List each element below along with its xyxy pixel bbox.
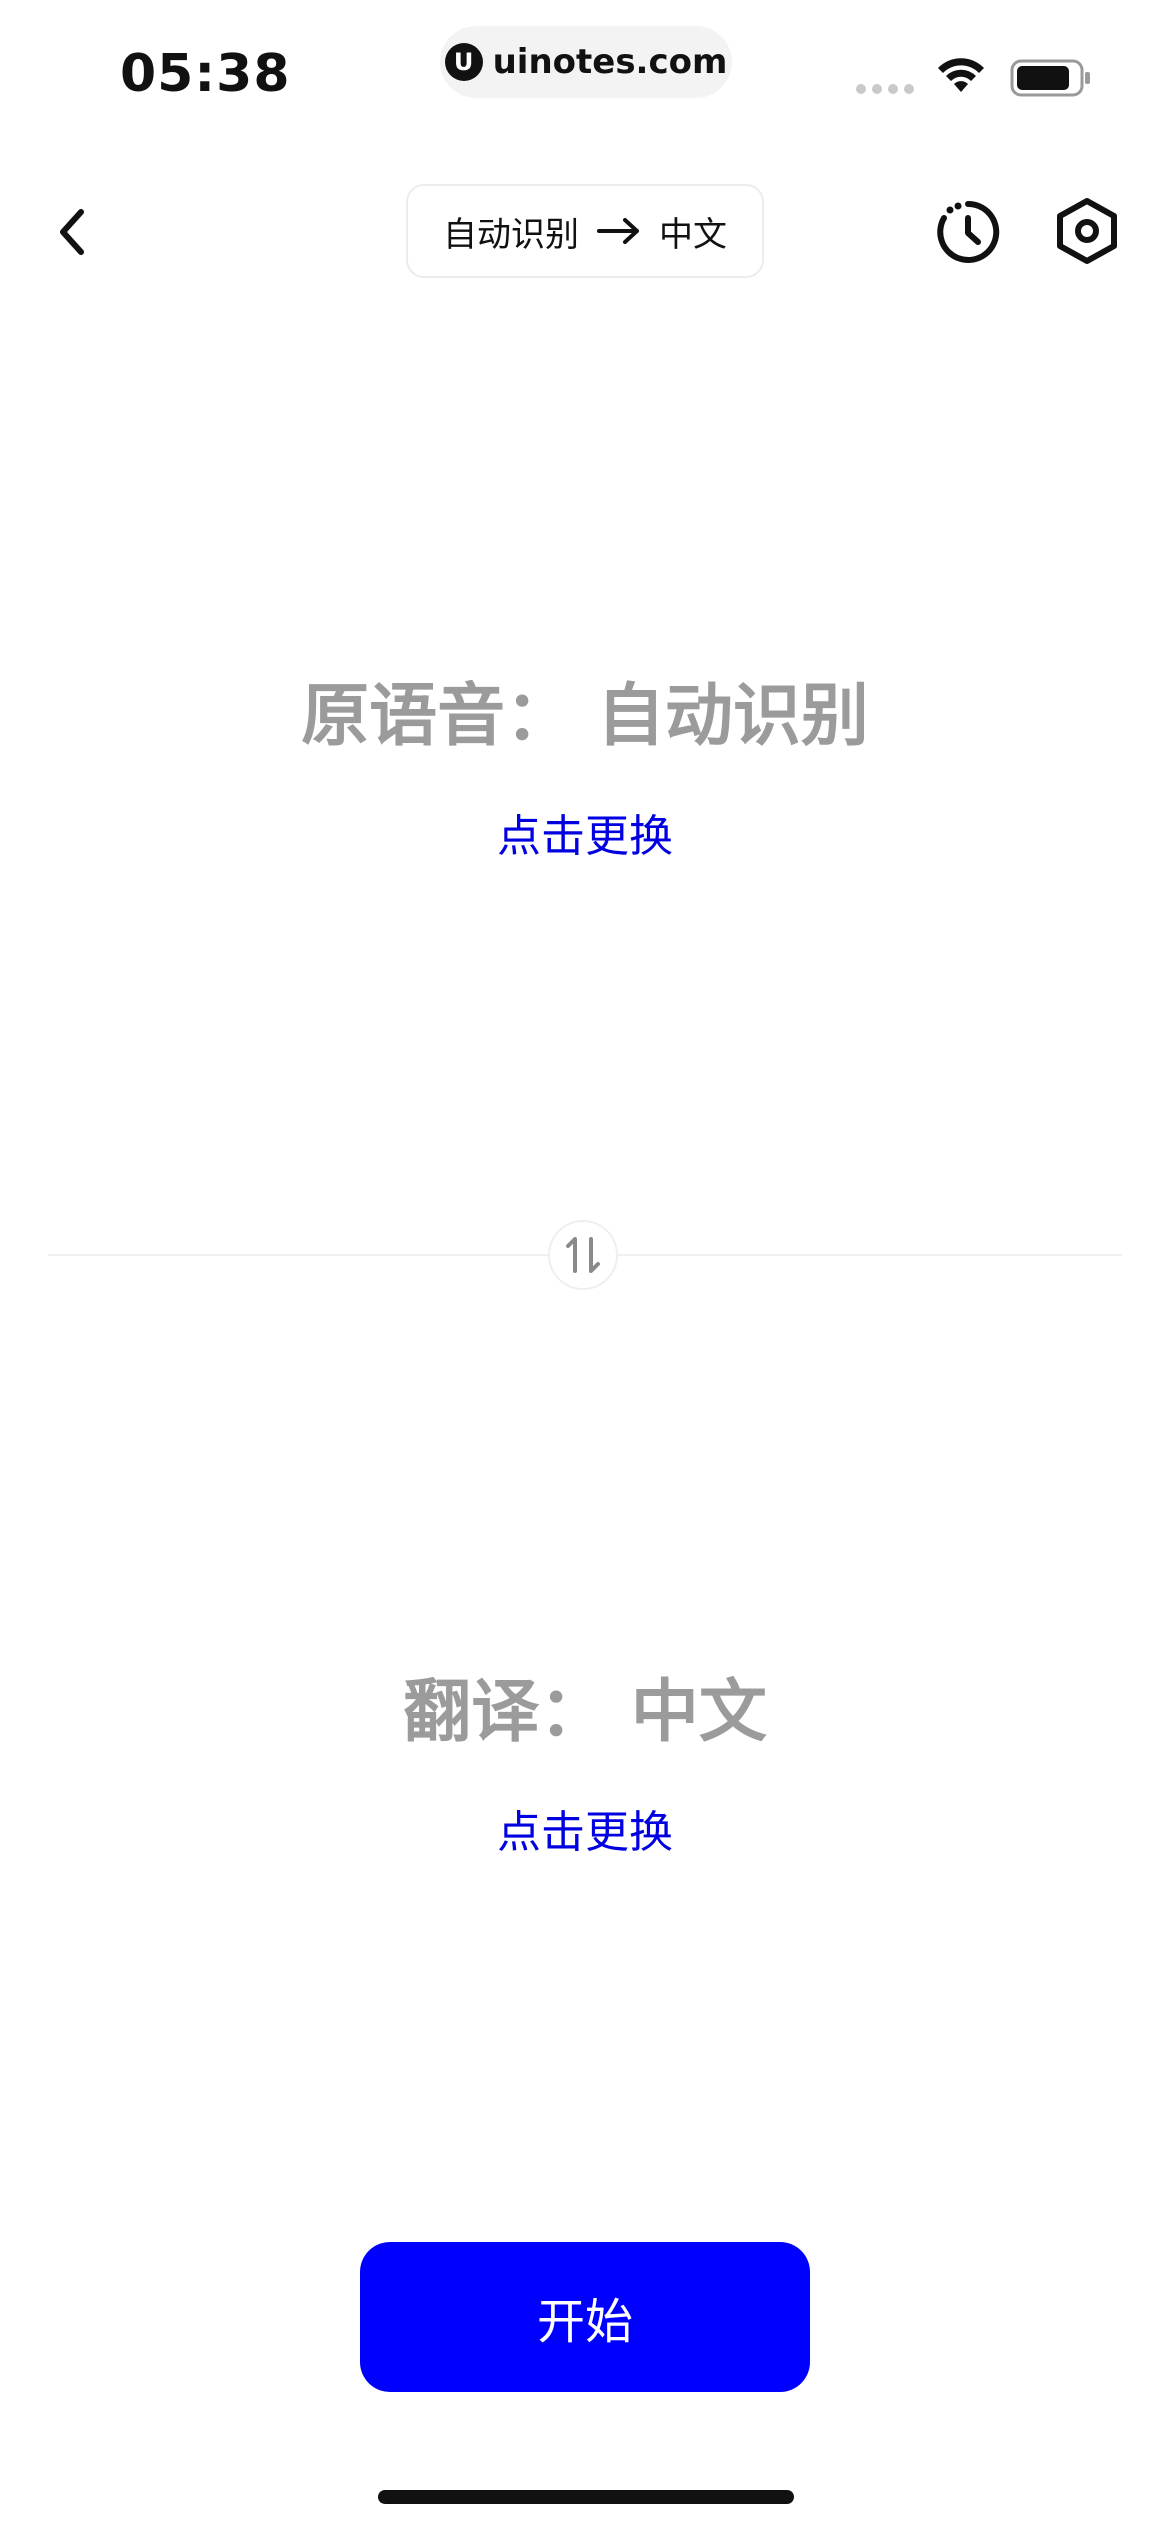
source-language-label: 自动识别 [443,214,579,255]
start-button[interactable]: 开始 [360,2242,810,2392]
swap-languages-button[interactable] [548,1220,618,1290]
change-source-language-link[interactable]: 点击更换 [0,800,1170,864]
back-button[interactable] [44,200,100,264]
url-text: uinotes.com [492,42,728,82]
target-language-label: 中文 [659,214,727,255]
hexagon-settings-icon [1057,198,1117,264]
home-indicator [378,2490,794,2504]
signal-dots-icon [856,84,914,94]
history-button[interactable] [934,198,1002,266]
battery-icon [1010,59,1090,97]
wifi-icon [938,58,984,92]
language-pair-selector[interactable]: 自动识别 中文 [406,184,764,278]
site-logo-icon: U [444,43,483,81]
target-language-title: 翻译： 中文 [403,1673,767,1752]
arrow-right-icon [597,218,639,244]
chevron-left-icon [60,209,84,255]
status-bar: 05:38 U uinotes.com [0,0,1170,150]
settings-button[interactable] [1054,196,1120,266]
swap-vertical-icon [566,1237,600,1273]
change-target-language-link[interactable]: 点击更换 [0,1796,1170,1860]
status-time: 05:38 [120,44,291,104]
url-pill[interactable]: U uinotes.com [440,26,732,98]
source-language-title: 原语音： 自动识别 [301,677,869,756]
history-clock-icon [937,200,1000,263]
